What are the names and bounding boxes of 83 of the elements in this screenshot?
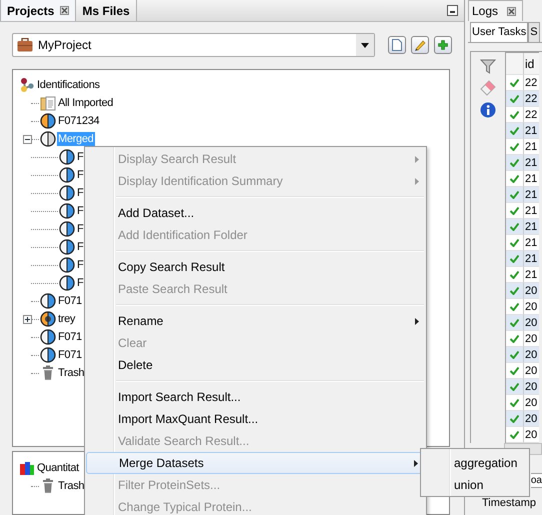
add-button[interactable] <box>434 36 452 54</box>
tree-item[interactable]: F <box>76 186 84 200</box>
document-icon <box>392 39 402 51</box>
table-cell: 20 <box>524 347 539 363</box>
table-cell: 22 <box>524 91 539 107</box>
table-cell: 20 <box>524 379 539 395</box>
split-circle-icon <box>40 293 56 309</box>
submenu-arrow-icon <box>414 460 418 466</box>
tree-item[interactable]: F071 <box>57 348 83 362</box>
menu-item[interactable]: aggregation <box>422 452 528 474</box>
tree-item[interactable]: F <box>76 150 84 164</box>
minimize-button[interactable] <box>447 5 458 16</box>
split-circle-icon <box>59 167 75 183</box>
menu-item[interactable]: Import MaxQuant Result... <box>86 408 425 430</box>
split-circle-icon <box>59 275 75 291</box>
split-circle-icon <box>59 239 75 255</box>
edit-button[interactable] <box>411 36 430 54</box>
briefcase-icon <box>17 38 33 52</box>
tree-item[interactable]: F <box>76 276 84 290</box>
split-circle-icon <box>40 311 56 327</box>
menu-item[interactable]: union <box>422 474 528 496</box>
tree-item[interactable]: Trash <box>57 366 86 380</box>
table-cell: 20 <box>524 315 539 331</box>
project-dropdown[interactable]: MyProject <box>12 33 376 57</box>
split-circle-icon <box>59 257 75 273</box>
tab[interactable]: oa <box>530 473 542 488</box>
pencil-icon <box>414 39 426 51</box>
plus-icon <box>438 40 448 50</box>
split-circle-icon <box>59 185 75 201</box>
submenu-arrow-icon <box>415 178 419 184</box>
subtab[interactable]: User Tasks <box>470 22 528 42</box>
table-cell: 21 <box>524 155 539 171</box>
tree-item[interactable]: Quantitat <box>36 461 80 475</box>
table-cell: 21 <box>524 251 539 267</box>
logs-tab[interactable]: Logs <box>468 0 524 21</box>
tree-item[interactable]: F <box>76 240 84 254</box>
panel-tab[interactable]: Projects <box>0 0 76 21</box>
trash-icon <box>40 365 56 381</box>
menu-item[interactable]: Import Search Result... <box>86 386 425 408</box>
table-cell: 21 <box>524 187 539 203</box>
tree-item[interactable]: F071234 <box>57 114 100 128</box>
close-icon[interactable] <box>60 6 70 15</box>
molecule-icon <box>19 77 35 93</box>
new-button[interactable] <box>388 36 406 54</box>
menu-item[interactable]: Rename <box>86 310 425 332</box>
panel-tab[interactable]: Ms Files <box>76 0 137 21</box>
tree-item[interactable]: F071 <box>57 330 83 344</box>
menu-item[interactable]: Delete <box>86 354 425 376</box>
split-circle-icon <box>40 347 56 363</box>
split-circle-icon <box>59 221 75 237</box>
table-cell: 21 <box>524 219 539 235</box>
menu-item[interactable]: Copy Search Result <box>86 256 425 278</box>
split-circle-icon <box>40 113 56 129</box>
tree-item[interactable]: F <box>76 258 84 272</box>
tree-item[interactable]: Trash <box>57 479 86 493</box>
table-cell: 21 <box>524 123 539 139</box>
half-circle-icon <box>40 131 56 147</box>
trash-icon <box>40 478 56 494</box>
filter-icon[interactable] <box>480 58 496 74</box>
split-circle-icon <box>59 203 75 219</box>
tree-item[interactable]: All Imported <box>57 96 114 110</box>
dropdown-arrow-icon <box>361 42 370 48</box>
tree-item[interactable]: trey <box>57 312 76 326</box>
collapse-toggle[interactable] <box>23 135 32 144</box>
info-icon[interactable] <box>480 102 496 118</box>
tree-item[interactable]: Identifications <box>36 78 101 92</box>
subtab[interactable]: S <box>528 22 540 42</box>
table-cell: 20 <box>524 283 539 299</box>
split-circle-icon <box>59 149 75 165</box>
column-header[interactable]: Timestamp <box>482 497 536 509</box>
submenu-arrow-icon <box>415 318 419 324</box>
close-icon[interactable] <box>507 6 516 16</box>
folder-document-icon <box>40 95 56 111</box>
tree-item[interactable]: F <box>76 168 84 182</box>
bar-chart-icon <box>19 460 35 476</box>
tree-item[interactable]: F071 <box>57 294 83 308</box>
tree-item[interactable]: F <box>76 222 84 236</box>
tree-item[interactable]: F <box>76 204 84 218</box>
expand-toggle[interactable] <box>23 315 32 324</box>
submenu-arrow-icon <box>415 156 419 162</box>
split-circle-icon <box>40 329 56 345</box>
menu-item[interactable]: Add Dataset... <box>86 202 425 224</box>
table-cell: 20 <box>524 411 539 427</box>
